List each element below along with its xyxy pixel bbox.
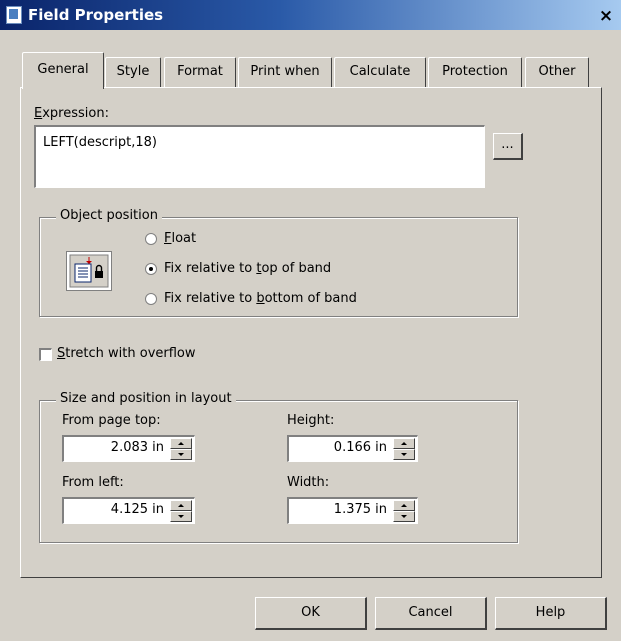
stretch-label[interactable]: Stretch with overflow: [57, 346, 196, 361]
tab-style[interactable]: Style: [105, 57, 161, 87]
spin-down-icon[interactable]: [393, 449, 415, 460]
expression-browse-button[interactable]: ...: [493, 133, 523, 160]
expression-label-text: xpression:: [42, 106, 109, 121]
ok-button[interactable]: OK: [255, 597, 367, 630]
from-left-spinner[interactable]: 4.125 in: [62, 497, 195, 524]
height-label: Height:: [287, 413, 335, 428]
spin-down-icon[interactable]: [170, 511, 192, 522]
height-spinner[interactable]: 0.166 in: [287, 435, 418, 462]
width-value[interactable]: 1.375 in: [334, 502, 387, 517]
spin-up-icon[interactable]: [170, 438, 192, 449]
object-position-title: Object position: [56, 208, 162, 223]
expression-label: Expression:: [34, 106, 109, 121]
window-title: Field Properties: [28, 6, 164, 24]
radio-fix-top[interactable]: [145, 263, 157, 275]
from-page-top-spin-buttons[interactable]: [170, 438, 192, 460]
spin-up-icon[interactable]: [170, 500, 192, 511]
from-left-label: From left:: [62, 475, 124, 490]
width-spinner[interactable]: 1.375 in: [287, 497, 418, 524]
help-button[interactable]: Help: [495, 597, 607, 630]
width-label: Width:: [287, 475, 330, 490]
radio-float-label[interactable]: Float: [164, 231, 196, 246]
from-page-top-spinner[interactable]: 2.083 in: [62, 435, 195, 462]
size-position-title: Size and position in layout: [56, 391, 236, 406]
expression-input[interactable]: LEFT(descript,18): [34, 125, 485, 188]
width-spin-buttons[interactable]: [393, 500, 415, 522]
cancel-button[interactable]: Cancel: [375, 597, 487, 630]
title-bar[interactable]: Field Properties ×: [0, 0, 621, 30]
stretch-checkbox[interactable]: [39, 348, 52, 361]
tab-protection[interactable]: Protection: [428, 57, 522, 87]
spin-up-icon[interactable]: [393, 438, 415, 449]
from-page-top-label: From page top:: [62, 413, 161, 428]
height-value[interactable]: 0.166 in: [334, 440, 387, 455]
spin-up-icon[interactable]: [393, 500, 415, 511]
tab-calculate[interactable]: Calculate: [334, 57, 426, 87]
radio-float[interactable]: [145, 233, 157, 245]
field-properties-dialog: Field Properties × General Style Format …: [0, 0, 621, 641]
from-left-value[interactable]: 4.125 in: [111, 502, 164, 517]
radio-fix-bottom[interactable]: [145, 293, 157, 305]
tab-format[interactable]: Format: [164, 57, 236, 87]
height-spin-buttons[interactable]: [393, 438, 415, 460]
tab-other[interactable]: Other: [525, 57, 589, 87]
object-position-icon: [66, 251, 112, 291]
close-button[interactable]: ×: [598, 8, 614, 25]
from-page-top-value[interactable]: 2.083 in: [111, 440, 164, 455]
spin-down-icon[interactable]: [170, 449, 192, 460]
spin-down-icon[interactable]: [393, 511, 415, 522]
tab-print-when[interactable]: Print when: [238, 57, 332, 87]
radio-fix-top-label[interactable]: Fix relative to top of band: [164, 261, 331, 276]
from-left-spin-buttons[interactable]: [170, 500, 192, 522]
tab-general[interactable]: General: [22, 52, 104, 89]
window-icon: [6, 6, 22, 24]
radio-fix-bottom-label[interactable]: Fix relative to bottom of band: [164, 291, 357, 306]
expression-label-accel: E: [34, 106, 43, 121]
